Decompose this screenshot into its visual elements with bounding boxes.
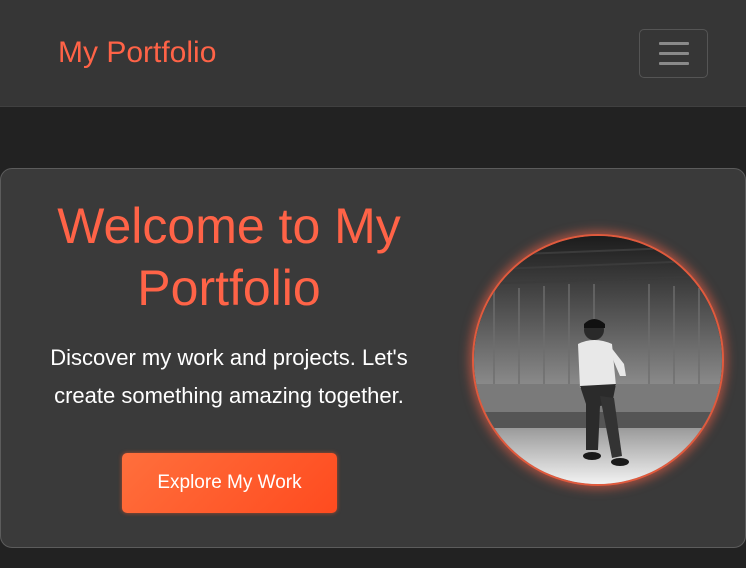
hero-card: Welcome to My Portfolio Discover my work…: [0, 168, 746, 548]
brand-link[interactable]: My Portfolio: [58, 34, 216, 72]
profile-photo: [472, 234, 724, 486]
profile-photo-image: [474, 236, 722, 484]
hamburger-menu-icon: [659, 42, 689, 66]
menu-toggle-button[interactable]: [639, 29, 708, 78]
explore-work-button[interactable]: Explore My Work: [122, 453, 337, 513]
hero-description: Discover my work and projects. Let's cre…: [50, 345, 408, 408]
hero-title: Welcome to My Portfolio: [57, 198, 401, 316]
navbar: My Portfolio: [0, 0, 746, 107]
